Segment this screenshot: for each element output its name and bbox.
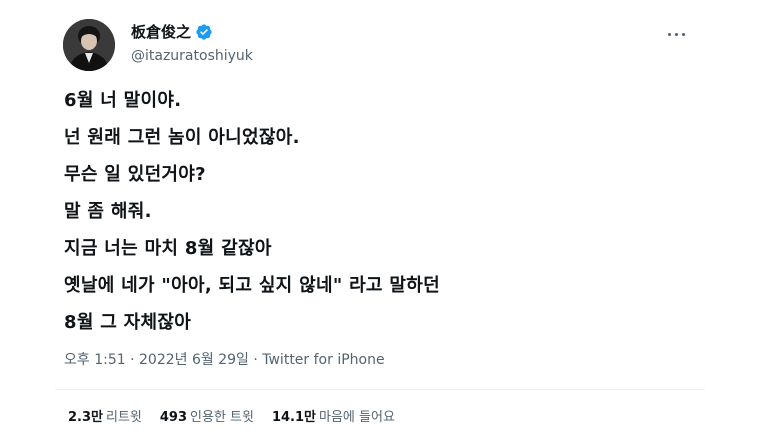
tweet-line: 지금 너는 마치 8월 같잖아 xyxy=(64,238,272,259)
engagement-stats: 2.3만 리트윗 493 인용한 트윗 14.1만 마음에 들어요 xyxy=(68,410,413,426)
handle[interactable]: @itazuratoshiyuk xyxy=(131,47,253,65)
more-dots-icon-dot xyxy=(681,32,685,36)
tweet-line: 옛날에 네가 "아아, 되고 싶지 않네" 라고 말하던 xyxy=(64,275,440,296)
avatar[interactable] xyxy=(63,19,115,71)
divider xyxy=(55,389,705,390)
tweet-line: 말 좀 해줘. xyxy=(64,201,152,222)
tweet-card: 板倉俊之 @itazuratoshiyuk 6월 너 말이야. 넌 원래 그런 … xyxy=(0,0,776,437)
retweets-stat[interactable]: 2.3만 리트윗 xyxy=(68,410,142,426)
more-options-button[interactable] xyxy=(660,22,692,46)
tweet-text: 6월 너 말이야. 넌 원래 그런 놈이 아니었잖아. 무슨 일 있던거야? 말… xyxy=(64,90,704,349)
likes-count: 14.1만 xyxy=(271,410,317,425)
tweet-line: 6월 너 말이야. xyxy=(64,90,182,111)
verified-badge-icon xyxy=(196,24,212,40)
display-name[interactable]: 板倉俊之 xyxy=(131,22,213,42)
retweets-count: 2.3만 xyxy=(68,410,103,425)
likes-stat[interactable]: 14.1만 마음에 들어요 xyxy=(272,410,395,426)
quotes-count: 493 xyxy=(159,410,188,425)
avatar-photo-icon xyxy=(63,19,115,71)
tweet-timestamp: 오후 1:51 · 2022년 6월 29일 · Twitter for iPh… xyxy=(64,351,385,369)
more-dots-icon-dot xyxy=(674,32,678,36)
tweet-line: 무슨 일 있던거야? xyxy=(64,164,206,185)
timestamp-link[interactable]: 오후 1:51 · 2022년 6월 29일 · xyxy=(64,352,262,368)
quotes-label: 인용한 트윗 xyxy=(190,410,254,425)
likes-label: 마음에 들어요 xyxy=(319,410,395,425)
more-dots-icon xyxy=(667,32,671,36)
tweet-line: 넌 원래 그런 놈이 아니었잖아. xyxy=(64,127,300,148)
source-link[interactable]: Twitter for iPhone xyxy=(262,352,384,368)
retweets-label: 리트윗 xyxy=(106,410,142,425)
display-name-text: 板倉俊之 xyxy=(131,23,192,41)
quotes-stat[interactable]: 493 인용한 트윗 xyxy=(160,410,254,426)
tweet-line: 8월 그 자체잖아 xyxy=(64,312,192,333)
